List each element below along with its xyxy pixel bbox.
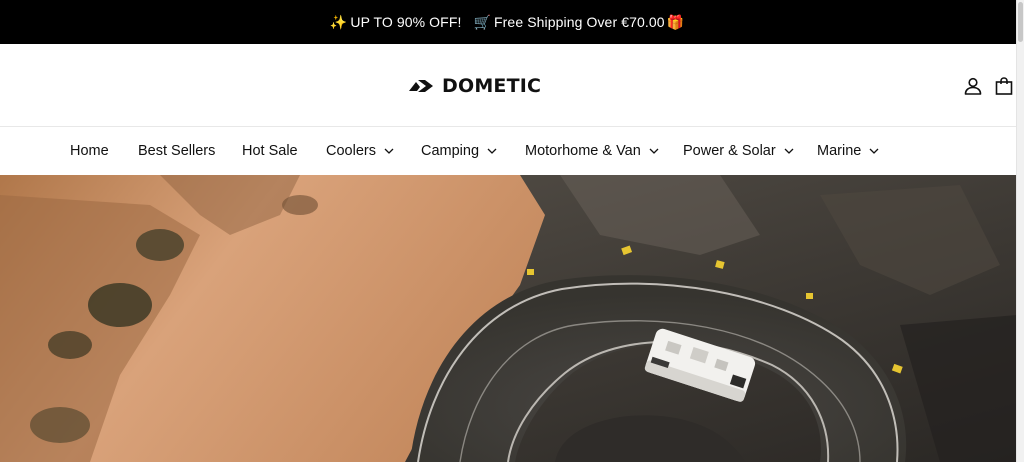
- chevron-down-icon: [869, 148, 879, 154]
- nav-item-hot-sale[interactable]: Hot Sale: [242, 127, 298, 175]
- nav-item-power-solar[interactable]: Power & Solar: [683, 127, 794, 175]
- announcement-bar[interactable]: ✨ UP TO 90% OFF! 🛒 Free Shipping Over €7…: [0, 0, 1017, 44]
- page-scrollbar[interactable]: [1016, 0, 1024, 462]
- shopping-bag-icon: [995, 77, 1013, 95]
- site-header: DOMETIC: [0, 44, 1017, 127]
- chevron-down-icon: [487, 148, 497, 154]
- logo-text: DOMETIC: [442, 75, 542, 97]
- gift-icon: 🎁: [666, 13, 685, 30]
- nav-item-label: Motorhome & Van: [525, 143, 641, 159]
- main-nav: Home Best Sellers Hot Sale Coolers Campi…: [0, 127, 1017, 175]
- nav-item-coolers[interactable]: Coolers: [326, 127, 394, 175]
- nav-item-label: Marine: [817, 143, 862, 159]
- nav-item-best-sellers[interactable]: Best Sellers: [138, 127, 215, 175]
- nav-item-label: Hot Sale: [242, 143, 298, 159]
- nav-item-label: Coolers: [326, 143, 376, 159]
- nav-item-label: Camping: [421, 143, 480, 159]
- cart-button[interactable]: [993, 75, 1015, 97]
- sparkles-icon: ✨: [329, 13, 348, 30]
- nav-item-motorhome-van[interactable]: Motorhome & Van: [525, 127, 659, 175]
- scrollbar-thumb[interactable]: [1018, 2, 1023, 42]
- chevron-down-icon: [649, 148, 659, 154]
- announcement-shipping-text: Free Shipping Over €70.00: [494, 14, 665, 30]
- announcement-discount-text: UP TO 90% OFF!: [350, 14, 462, 30]
- nav-item-camping[interactable]: Camping: [421, 127, 497, 175]
- nav-item-label: Best Sellers: [138, 143, 216, 159]
- nav-item-label: Power & Solar: [683, 143, 776, 159]
- dometic-logo[interactable]: DOMETIC: [408, 73, 541, 99]
- logo-mark-icon: [409, 80, 433, 92]
- user-icon: [964, 77, 982, 95]
- nav-item-label: Home: [70, 143, 109, 159]
- hero-image: [0, 175, 1017, 462]
- chevron-down-icon: [784, 148, 794, 154]
- page: ✨ UP TO 90% OFF! 🛒 Free Shipping Over €7…: [0, 0, 1024, 462]
- truck-icon: 🛒: [473, 13, 492, 30]
- chevron-down-icon: [384, 148, 394, 154]
- nav-item-marine[interactable]: Marine: [817, 127, 879, 175]
- account-button[interactable]: [962, 75, 984, 97]
- hero-banner[interactable]: [0, 175, 1017, 462]
- nav-item-home[interactable]: Home: [70, 127, 109, 175]
